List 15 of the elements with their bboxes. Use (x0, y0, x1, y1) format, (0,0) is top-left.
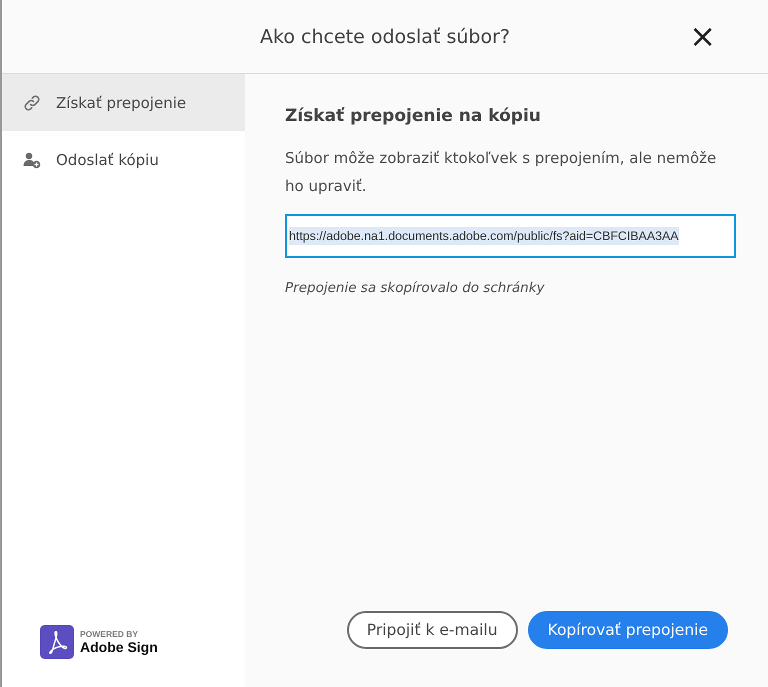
section-heading: Získať prepojenie na kópiu (285, 106, 542, 126)
powered-by-label: POWERED BY (80, 629, 140, 639)
adobe-logo-icon (40, 625, 74, 659)
close-button[interactable]: × (689, 20, 716, 52)
sidebar-item[interactable]: Odoslať kópiu (2, 131, 245, 188)
add-person-icon (22, 150, 42, 170)
description-text: Súbor môže zobraziť ktokoľvek s prepojením, ale nemôže ho upraviť. (285, 148, 718, 197)
link-field[interactable]: https://adobe.na1.documents.adobe.com/public/fs?aid=CBFCIBAA3AA (285, 214, 736, 258)
copy-link-button[interactable]: Kopírovať prepojenie (528, 611, 728, 649)
link-icon (22, 92, 42, 112)
attach-email-button[interactable]: Pripojiť k e-mailu (346, 611, 518, 649)
copied-message: Prepojenie sa skopírovalo do schránky (285, 280, 546, 296)
sidebar-item[interactable]: Získať prepojenie (2, 74, 245, 131)
dialog-title: Ako chcete odoslať súbor? (260, 26, 510, 48)
product-name: Adobe Sign (80, 639, 158, 655)
